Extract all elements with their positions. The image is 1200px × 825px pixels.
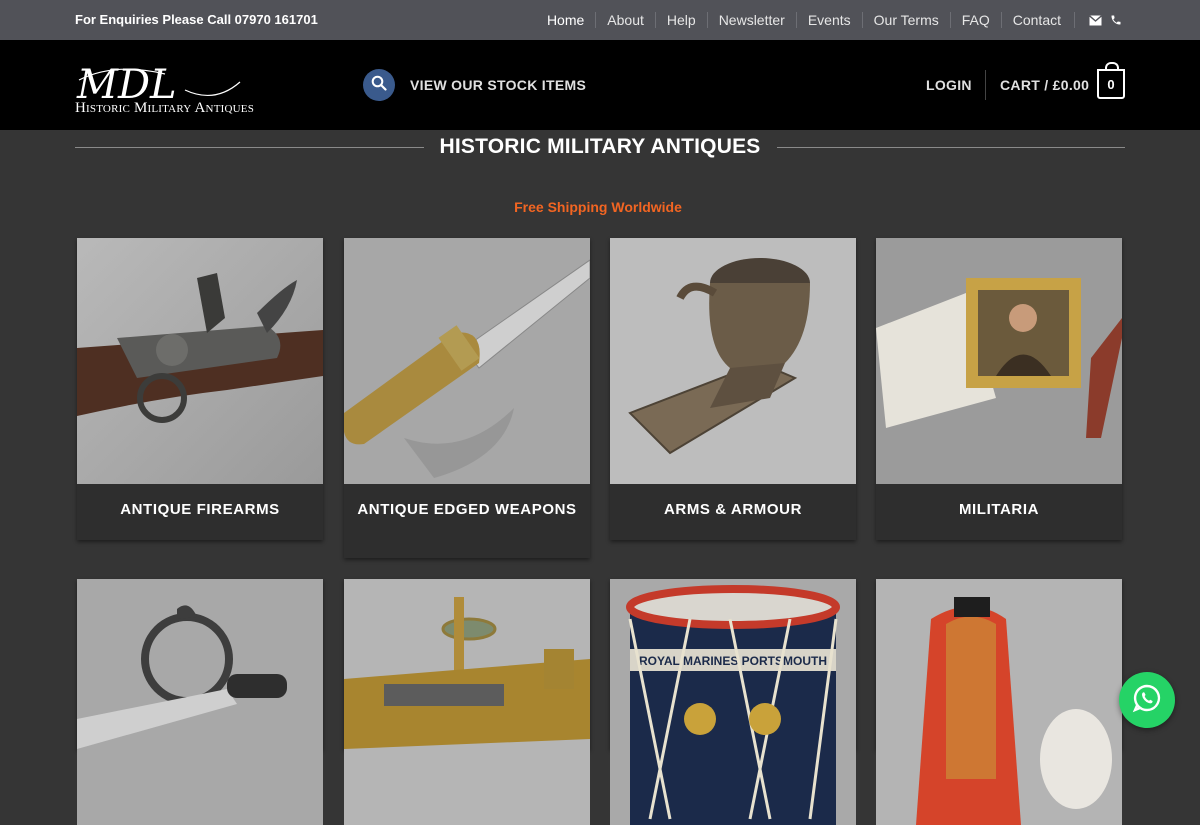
nav-contact[interactable]: Contact <box>1000 12 1072 28</box>
whatsapp-button[interactable] <box>1119 672 1175 728</box>
category-image[interactable] <box>77 579 323 825</box>
free-shipping-notice: Free Shipping Worldwide <box>514 199 682 215</box>
top-bar: For Enquiries Please Call 07970 161701 H… <box>0 0 1200 40</box>
category-image[interactable] <box>610 238 856 484</box>
category-image[interactable] <box>77 238 323 484</box>
category-image[interactable] <box>344 579 590 825</box>
category-image[interactable] <box>876 579 1122 825</box>
nav-help[interactable]: Help <box>654 12 707 28</box>
category-label[interactable]: ARMS & ARMOUR <box>610 484 856 519</box>
top-nav: Home About Help Newsletter Events Our Te… <box>536 0 1122 40</box>
site-logo[interactable]: MDL Historic Military Antiques <box>75 60 285 120</box>
cart-link[interactable]: CART / £0.00 <box>1000 77 1089 93</box>
search-button[interactable] <box>363 69 395 101</box>
section-heading: HISTORIC MILITARY ANTIQUES <box>75 130 1125 164</box>
category-card-swords[interactable] <box>77 579 323 825</box>
login-link[interactable]: LOGIN <box>926 77 972 93</box>
nav-home[interactable]: Home <box>536 12 595 28</box>
category-card-militaria[interactable]: MILITARIA <box>876 238 1122 540</box>
whatsapp-icon <box>1131 682 1163 719</box>
category-card-edged-weapons[interactable]: ANTIQUE EDGED WEAPONS <box>344 238 590 558</box>
cart-bag-icon[interactable]: 0 <box>1097 62 1125 99</box>
contact-icons <box>1074 12 1122 28</box>
category-card-arms-armour[interactable]: ARMS & ARMOUR <box>610 238 856 540</box>
envelope-icon[interactable] <box>1089 14 1102 26</box>
heading-rule-left <box>75 146 424 148</box>
category-label[interactable]: MILITARIA <box>876 484 1122 519</box>
enquiry-text: For Enquiries Please Call 07970 161701 <box>75 12 318 27</box>
drum-text: ROYAL MARINES PORTSMOUTH <box>639 654 827 668</box>
category-label[interactable]: ANTIQUE EDGED WEAPONS <box>344 484 590 519</box>
view-stock-link[interactable]: VIEW OUR STOCK ITEMS <box>410 77 586 93</box>
category-image[interactable] <box>344 238 590 484</box>
page-title: HISTORIC MILITARY ANTIQUES <box>439 135 761 158</box>
header-divider <box>985 70 986 100</box>
nav-our-terms[interactable]: Our Terms <box>861 12 950 28</box>
category-card-uniforms[interactable] <box>876 579 1122 825</box>
nav-about[interactable]: About <box>595 12 655 28</box>
nav-newsletter[interactable]: Newsletter <box>706 12 796 28</box>
category-card-firearms[interactable]: ANTIQUE FIREARMS <box>77 238 323 540</box>
category-image[interactable] <box>876 238 1122 484</box>
category-label[interactable]: ANTIQUE FIREARMS <box>77 484 323 519</box>
logo-text: Historic Military Antiques <box>75 100 255 116</box>
phone-icon[interactable] <box>1110 14 1122 26</box>
search-icon <box>371 75 387 96</box>
category-card-drums[interactable]: ROYAL MARINES PORTSMOUTH <box>610 579 856 825</box>
nav-faq[interactable]: FAQ <box>949 12 1001 28</box>
category-card-instruments[interactable] <box>344 579 590 825</box>
category-image[interactable]: ROYAL MARINES PORTSMOUTH <box>610 579 856 825</box>
heading-rule-right <box>776 146 1125 148</box>
cart-count: 0 <box>1107 76 1115 92</box>
nav-events[interactable]: Events <box>795 12 862 28</box>
